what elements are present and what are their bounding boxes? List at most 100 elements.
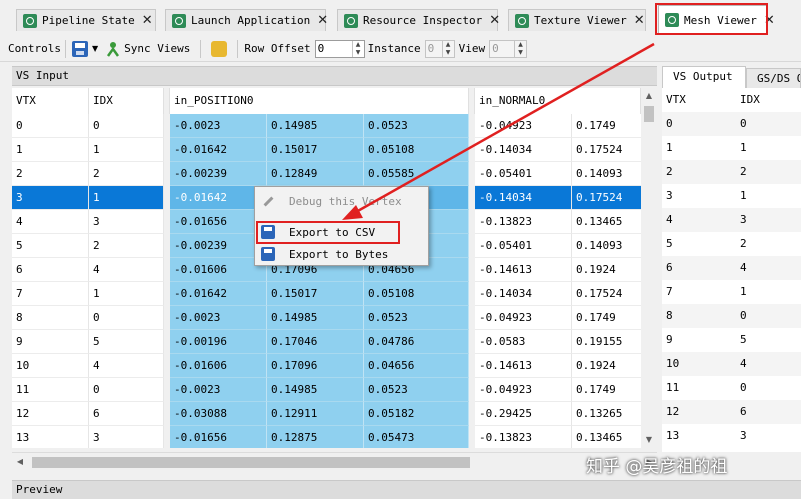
cell-normal-x: -0.04923 xyxy=(475,306,572,330)
table-row[interactable]: 95 xyxy=(662,328,801,352)
row-offset-stepper[interactable]: ▲▼ xyxy=(314,39,365,58)
launch-application-icon xyxy=(172,13,186,28)
mesh-viewer-tab-highlight xyxy=(655,3,768,35)
table-row[interactable]: 11 xyxy=(662,136,801,160)
cell-vtx: 9 xyxy=(12,330,89,354)
instance-stepper[interactable]: ▲▼ xyxy=(424,39,455,58)
scroll-thumb[interactable] xyxy=(644,106,654,122)
tab-vs-output[interactable]: VS Output xyxy=(662,66,746,88)
close-icon[interactable]: ✕ xyxy=(489,13,500,28)
table-row[interactable]: 0 0 -0.0023 0.14985 0.0523 -0.04923 0.1749 xyxy=(12,114,641,138)
texture-viewer-icon xyxy=(515,13,529,28)
table-row[interactable]: 80 xyxy=(662,304,801,328)
cell-position-x: -0.01606 xyxy=(170,258,267,282)
tab-texture-viewer[interactable]: Texture Viewer ✕ xyxy=(508,9,646,31)
export-dropdown-button[interactable]: ▼ xyxy=(71,40,98,57)
cell-vtx: 6 xyxy=(12,258,89,282)
table-row[interactable]: 2 2 -0.00239 0.12849 0.05585 -0.05401 0.14093 xyxy=(12,162,641,186)
menu-item-label: Debug this Vertex xyxy=(289,194,402,208)
table-row[interactable]: 43 xyxy=(662,208,801,232)
column-header-idx[interactable]: IDX xyxy=(89,88,164,114)
column-header-position[interactable]: in_POSITION0 xyxy=(170,88,469,114)
cell-idx: 1 xyxy=(740,285,747,298)
cell-vtx: 0 xyxy=(12,114,89,138)
spin-buttons[interactable]: ▲ ▼ xyxy=(441,40,454,57)
cell-normal-x: -0.05401 xyxy=(475,234,572,258)
cell-vtx: 11 xyxy=(12,378,89,402)
watermark-text: 知乎 @吴彦祖的祖 xyxy=(586,457,728,477)
sync-views-button[interactable]: Sync Views xyxy=(106,41,190,57)
table-row[interactable]: 64 xyxy=(662,256,801,280)
cell-normal-y: 0.14093 xyxy=(572,234,641,258)
vs-input-grid[interactable]: VTX IDX in_POSITION0 in_NORMAL0 0 0 -0.002… xyxy=(12,88,641,448)
tab-launch-application[interactable]: Launch Application ✕ xyxy=(165,9,328,31)
sync-views-label: Sync Views xyxy=(124,42,191,55)
cell-position-x: -0.01656 xyxy=(170,210,267,234)
table-row[interactable]: 12 6 xyxy=(662,400,801,424)
table-row[interactable]: 31 xyxy=(662,184,801,208)
table-row[interactable]: 13 3 -0.01656 0.12875 0.05473 -0.13823 0.13465 xyxy=(12,426,641,448)
table-row[interactable]: 22 xyxy=(662,160,801,184)
cell-vtx: 6 xyxy=(666,261,673,274)
table-row[interactable]: 8 0 -0.0023 0.14985 0.0523 -0.04923 0.1749 xyxy=(12,306,641,330)
table-row[interactable]: 11 0 -0.0023 0.14985 0.0523 -0.04923 0.1749 xyxy=(12,378,641,402)
close-icon[interactable]: ✕ xyxy=(142,13,153,28)
puzzle-icon[interactable] xyxy=(211,40,228,57)
row-offset-input[interactable] xyxy=(315,40,352,57)
table-row[interactable]: 71 xyxy=(662,280,801,304)
table-row[interactable]: 12 6 -0.03088 0.12911 0.05182 -0.29425 0.13265 xyxy=(12,402,641,426)
cell-position-y: 0.17046 xyxy=(267,330,364,354)
menu-item-export-bytes[interactable]: Export to Bytes xyxy=(255,243,428,265)
table-row[interactable]: 10 4 xyxy=(662,352,801,376)
grid-rows: 0 0 -0.0023 0.14985 0.0523 -0.04923 0.1749 1 1 -0… xyxy=(12,114,641,448)
horizontal-scrollbar[interactable]: ◀ ▶ xyxy=(12,452,657,472)
cell-idx: 1 xyxy=(89,186,164,210)
close-icon[interactable]: ✕ xyxy=(317,13,328,28)
cell-normal-x: -0.04923 xyxy=(475,114,572,138)
column-header-vtx[interactable]: VTX xyxy=(662,88,736,112)
table-row[interactable]: 1 1 -0.01642 0.15017 0.05108 -0.14034 0.17524 xyxy=(12,138,641,162)
view-input[interactable] xyxy=(490,40,515,57)
scroll-thumb[interactable] xyxy=(32,457,470,468)
mesh-viewer-toolbar: Controls ▼ Sync Views Row Offset ▲▼ Inst… xyxy=(0,36,801,62)
table-row[interactable]: 13 3 xyxy=(662,424,801,448)
instance-input[interactable] xyxy=(425,40,442,57)
scroll-left-icon[interactable]: ◀ xyxy=(12,453,28,471)
cell-idx: 6 xyxy=(740,405,747,418)
view-stepper[interactable]: ▲▼ xyxy=(489,39,528,58)
cell-normal-x: -0.13823 xyxy=(475,426,572,448)
vertical-scrollbar[interactable]: ▲ ▼ xyxy=(641,88,657,448)
cell-normal-y: 0.14093 xyxy=(572,162,641,186)
table-row[interactable]: 11 0 xyxy=(662,376,801,400)
menu-item-debug-vertex[interactable]: Debug this Vertex xyxy=(255,190,428,212)
toolbar-separator xyxy=(200,39,202,58)
spin-buttons[interactable]: ▲ ▼ xyxy=(351,40,364,57)
tab-resource-inspector[interactable]: Resource Inspector ✕ xyxy=(337,9,500,31)
cell-normal-y: 0.13465 xyxy=(572,426,641,448)
sync-views-icon xyxy=(107,41,120,57)
column-header-vtx[interactable]: VTX xyxy=(12,88,89,114)
vs-output-grid[interactable]: VTX IDX 0 0 1 1 2 2 3 1 4 3 5 2 6 4 7 1 8 0 9 5 10 4 11 0 12 6 13 3 xyxy=(662,88,801,452)
cell-normal-x: -0.04923 xyxy=(475,378,572,402)
table-row[interactable]: 00 xyxy=(662,112,801,136)
table-row[interactable]: 52 xyxy=(662,232,801,256)
scroll-up-icon[interactable]: ▲ xyxy=(641,88,657,104)
cell-position-y: 0.12911 xyxy=(267,402,364,426)
scroll-down-icon[interactable]: ▼ xyxy=(641,432,657,448)
close-icon[interactable]: ✕ xyxy=(634,13,645,28)
tab-pipeline-state[interactable]: Pipeline State ✕ xyxy=(16,9,156,31)
instance-label: Instance xyxy=(367,42,421,55)
table-row[interactable]: 10 4 -0.01606 0.17096 0.04656 -0.14613 0.1924 xyxy=(12,354,641,378)
column-header-normal[interactable]: in_NORMAL0 xyxy=(475,88,641,114)
column-header-idx[interactable]: IDX xyxy=(736,88,801,112)
cell-position-z: 0.05473 xyxy=(364,426,469,448)
grid-header: VTX IDX in_POSITION0 in_NORMAL0 xyxy=(12,88,641,114)
tab-gs-ds-output[interactable]: GS/DS O xyxy=(746,68,801,88)
spin-buttons[interactable]: ▲ ▼ xyxy=(514,40,526,57)
cell-idx: 0 xyxy=(740,117,747,130)
table-row[interactable]: 7 1 -0.01642 0.15017 0.05108 -0.14034 0.17524 xyxy=(12,282,641,306)
table-row[interactable]: 9 5 -0.00196 0.17046 0.04786 -0.0583 0.19155 xyxy=(12,330,641,354)
cell-idx: 1 xyxy=(740,141,747,154)
vs-output-panel: VS Output GS/DS O VTX IDX 00112231435264… xyxy=(660,62,801,452)
cell-normal-x: -0.29425 xyxy=(475,402,572,426)
